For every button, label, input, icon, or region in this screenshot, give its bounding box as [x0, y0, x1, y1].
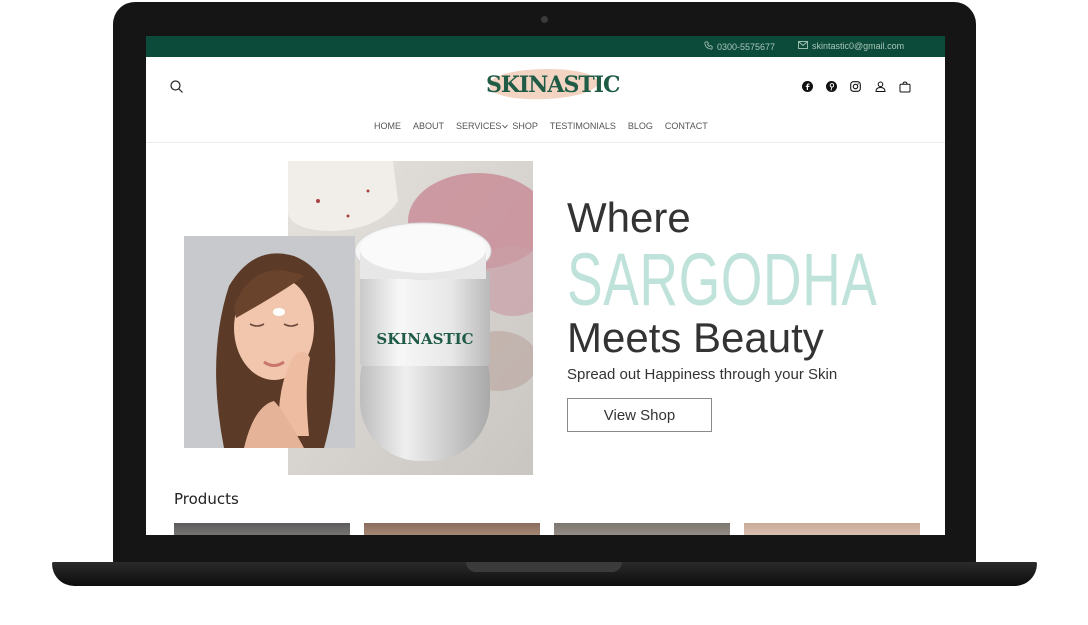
pinterest-icon[interactable]: [825, 80, 838, 93]
products-heading: Products: [174, 490, 239, 508]
chevron-down-icon: [502, 124, 509, 129]
email-contact[interactable]: skintastic0@gmail.com: [798, 41, 904, 51]
search-icon[interactable]: [170, 80, 183, 93]
phone-number: 0300-5575677: [717, 41, 776, 52]
header-divider: [146, 142, 945, 143]
nav-contact[interactable]: CONTACT: [665, 121, 708, 131]
product-card[interactable]: [364, 523, 540, 535]
jar-label: SKINASTIC: [376, 330, 473, 348]
nav-shop[interactable]: SHOP: [512, 121, 538, 131]
user-icon[interactable]: [874, 80, 887, 93]
hero-title-line3: Meets Beauty: [567, 314, 824, 361]
website-screen: 0300-5575677 skintastic0@gmail.com SKINA…: [146, 36, 945, 535]
nav-blog[interactable]: BLOG: [628, 121, 653, 131]
webcam: [541, 16, 548, 23]
product-card[interactable]: [554, 523, 730, 535]
contact-topbar: 0300-5575677 skintastic0@gmail.com: [146, 36, 945, 57]
main-nav: HOME ABOUT SERVICES SHOP TESTIMONIALS BL…: [374, 121, 708, 131]
facebook-icon[interactable]: [801, 80, 814, 93]
hero-tagline: Spread out Happiness through your Skin: [567, 366, 838, 383]
product-card[interactable]: [744, 523, 920, 535]
nav-testimonials[interactable]: TESTIMONIALS: [550, 121, 616, 131]
cart-icon[interactable]: [898, 80, 911, 93]
phone-contact[interactable]: 0300-5575677: [704, 41, 775, 52]
product-card[interactable]: [174, 523, 350, 535]
mail-icon: [798, 41, 808, 51]
nav-services-label: SERVICES: [456, 121, 502, 131]
nav-about[interactable]: ABOUT: [413, 121, 444, 131]
nav-services[interactable]: SERVICES: [456, 121, 509, 131]
hero-title-line1: Where: [567, 194, 691, 241]
instagram-icon[interactable]: [849, 80, 862, 93]
view-shop-button[interactable]: View Shop: [567, 398, 712, 432]
email-address: skintastic0@gmail.com: [812, 41, 905, 51]
laptop-notch: [466, 562, 622, 572]
nav-home[interactable]: HOME: [374, 121, 401, 131]
brand-logo[interactable]: SKINASTIC: [486, 66, 621, 104]
phone-icon: [704, 41, 713, 52]
logo-text: SKINASTIC: [486, 72, 621, 98]
model-photo: [184, 236, 355, 448]
hero-title-city: SARGODHA: [567, 238, 878, 321]
